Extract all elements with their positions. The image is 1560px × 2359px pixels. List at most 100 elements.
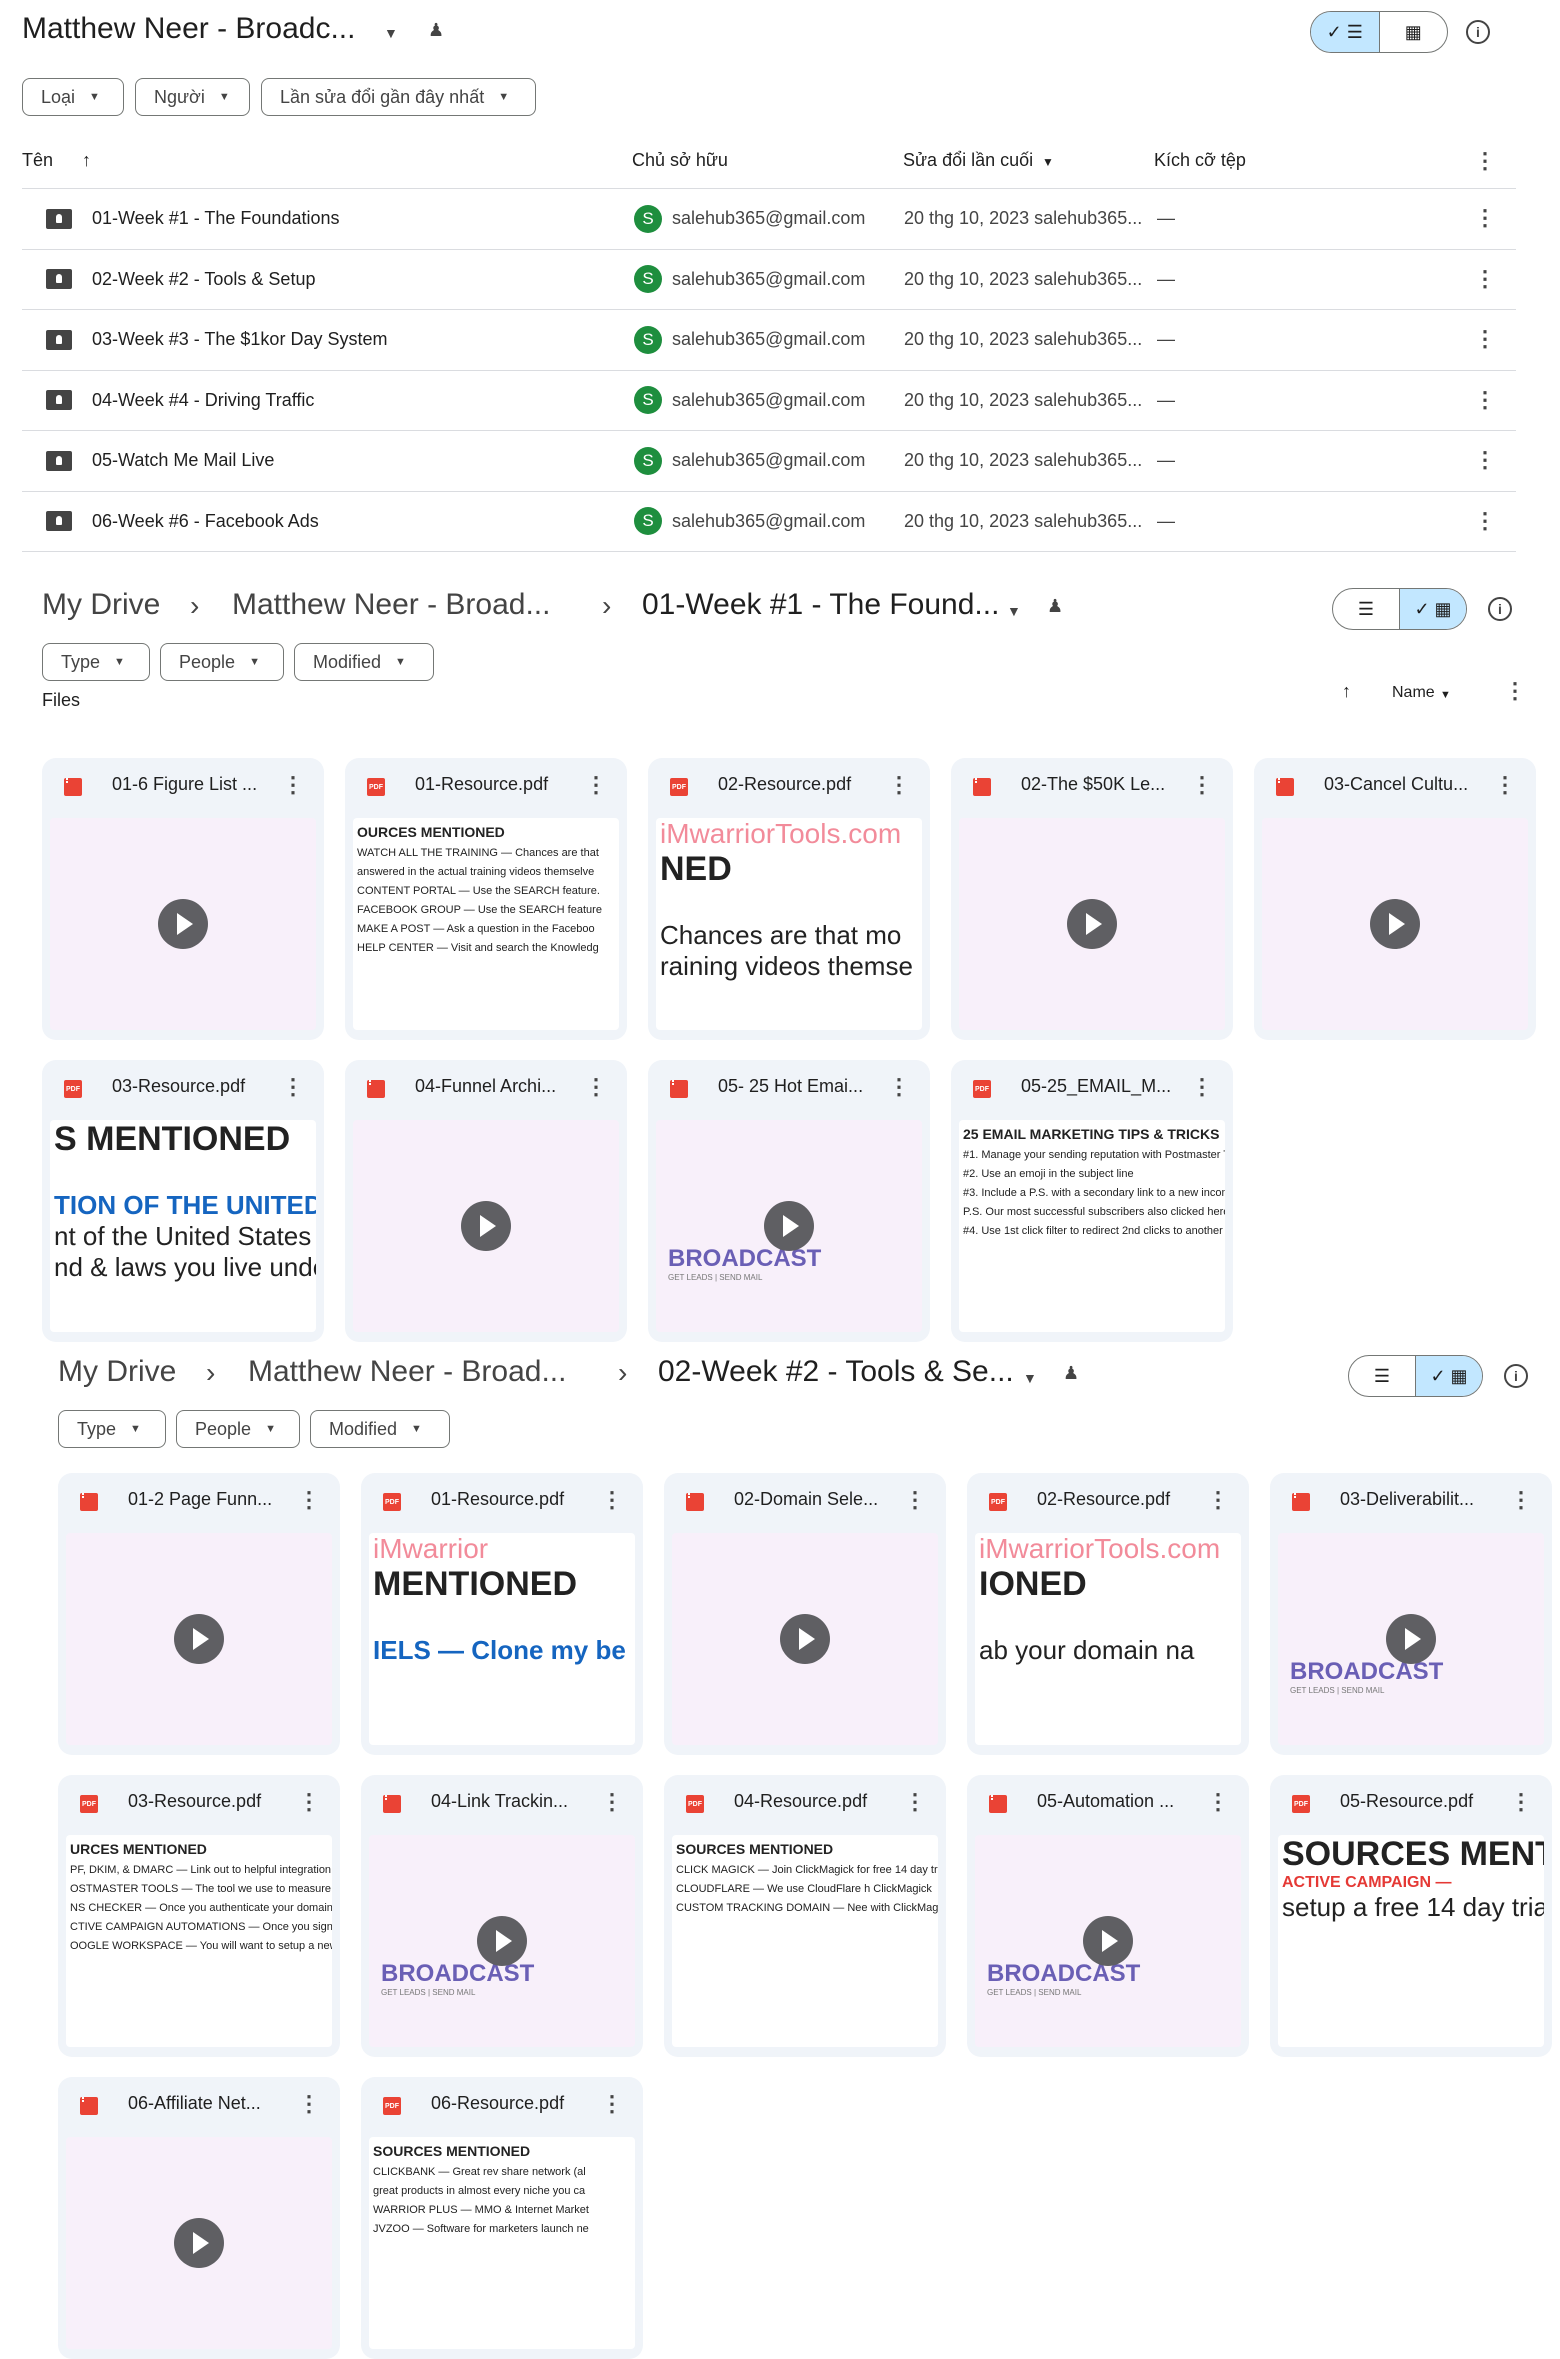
- file-preview[interactable]: OURCES MENTIONED WATCH ALL THE TRAINING —…: [353, 818, 619, 1030]
- file-preview[interactable]: SOURCES MENTI ACTIVE CAMPAIGN — setup a fr…: [1278, 1835, 1544, 2047]
- file-name[interactable]: 03-Resource.pdf: [112, 1076, 245, 1097]
- file-preview[interactable]: SOURCES MENTIONED CLICK MAGICK — Join Cli…: [672, 1835, 938, 2047]
- file-name[interactable]: 01-Week #1 - The Foundations: [92, 208, 339, 229]
- file-name[interactable]: 02-The $50K Le...: [1021, 774, 1165, 795]
- table-row[interactable]: 04-Week #4 - Driving Traffic Ssalehub365@…: [22, 369, 1516, 430]
- column-size[interactable]: Kích cỡ tệp: [1154, 150, 1246, 171]
- list-view-button[interactable]: ☰: [1333, 589, 1399, 629]
- file-preview[interactable]: [353, 1120, 619, 1332]
- more-options-icon[interactable]: ⋮: [1474, 207, 1496, 229]
- file-card[interactable]: 06-Affiliate Net... ⋮: [58, 2077, 340, 2359]
- file-name[interactable]: 04-Link Trackin...: [431, 1791, 568, 1812]
- sort-name-button[interactable]: Name: [1392, 684, 1435, 702]
- file-name[interactable]: 01-Resource.pdf: [415, 774, 548, 795]
- file-name[interactable]: 06-Affiliate Net...: [128, 2093, 261, 2114]
- file-preview[interactable]: [66, 1533, 332, 1745]
- file-preview[interactable]: SOURCES MENTIONED CLICKBANK — Great rev s…: [369, 2137, 635, 2349]
- more-options-icon[interactable]: ⋮: [1494, 772, 1516, 798]
- more-options-icon[interactable]: ⋮: [601, 2091, 623, 2117]
- file-preview[interactable]: iMwarrior MENTIONED IELS — Clone my be: [369, 1533, 635, 1745]
- file-card[interactable]: 03-Deliverabilit... ⋮ BROADCAST GET LEADS |…: [1270, 1473, 1552, 1755]
- column-name[interactable]: Tên: [22, 150, 53, 171]
- chevron-down-icon[interactable]: ▼: [1440, 689, 1451, 701]
- file-preview[interactable]: BROADCAST GET LEADS | SEND MAIL: [1278, 1533, 1544, 1745]
- file-preview[interactable]: iMwarriorTools.com IONED ab your domain n…: [975, 1533, 1241, 1745]
- file-name[interactable]: 05-Automation ...: [1037, 1791, 1174, 1812]
- filter-people[interactable]: People ▼: [176, 1410, 300, 1448]
- filter-modified[interactable]: Lần sửa đổi gần đây nhất ▼: [261, 78, 536, 116]
- more-options-icon[interactable]: ⋮: [1474, 150, 1496, 172]
- file-card[interactable]: 04-Funnel Archi... ⋮: [345, 1060, 627, 1342]
- play-icon[interactable]: [1067, 899, 1117, 949]
- file-name[interactable]: 04-Funnel Archi...: [415, 1076, 556, 1097]
- more-options-icon[interactable]: ⋮: [1510, 1789, 1532, 1815]
- grid-view-button[interactable]: ▦: [1378, 12, 1448, 52]
- file-card[interactable]: 02-The $50K Le... ⋮: [951, 758, 1233, 1040]
- filter-modified[interactable]: Modified ▼: [294, 643, 434, 681]
- more-options-icon[interactable]: ⋮: [282, 1074, 304, 1100]
- file-name[interactable]: 01-6 Figure List ...: [112, 774, 257, 795]
- file-name[interactable]: 04-Resource.pdf: [734, 1791, 867, 1812]
- more-options-icon[interactable]: ⋮: [1474, 267, 1496, 290]
- breadcrumb-item[interactable]: My Drive: [42, 588, 160, 622]
- filter-type[interactable]: Type ▼: [58, 1410, 166, 1448]
- current-folder[interactable]: 01-Week #1 - The Found...: [642, 588, 999, 622]
- more-options-icon[interactable]: ⋮: [585, 1074, 607, 1100]
- play-icon[interactable]: [1386, 1614, 1436, 1664]
- file-preview[interactable]: [50, 818, 316, 1030]
- more-options-icon[interactable]: ⋮: [298, 2091, 320, 2117]
- file-card[interactable]: PDF 01-Resource.pdf ⋮ iMwarrior MENTIONED IE…: [361, 1473, 643, 1755]
- file-preview[interactable]: BROADCAST GET LEADS | SEND MAIL: [975, 1835, 1241, 2047]
- file-card[interactable]: PDF 05-Resource.pdf ⋮ SOURCES MENTI ACTIVE C…: [1270, 1775, 1552, 2057]
- filter-type[interactable]: Type ▼: [42, 643, 150, 681]
- file-card[interactable]: 01-2 Page Funn... ⋮: [58, 1473, 340, 1755]
- more-options-icon[interactable]: ⋮: [601, 1789, 623, 1815]
- more-options-icon[interactable]: ⋮: [1474, 328, 1496, 350]
- breadcrumb-item[interactable]: Matthew Neer - Broad...: [232, 588, 550, 622]
- chevron-down-icon[interactable]: ▼: [1023, 1370, 1037, 1386]
- file-name[interactable]: 05-Watch Me Mail Live: [92, 450, 274, 471]
- grid-view-button[interactable]: ✓ ▦: [1399, 589, 1466, 629]
- file-name[interactable]: 01-Resource.pdf: [431, 1489, 564, 1510]
- play-icon[interactable]: [1083, 1916, 1133, 1966]
- sort-down-icon[interactable]: ▼: [1042, 155, 1054, 169]
- file-preview[interactable]: [672, 1533, 938, 1745]
- file-card[interactable]: 01-6 Figure List ... ⋮: [42, 758, 324, 1040]
- file-preview[interactable]: 25 EMAIL MARKETING TIPS & TRICKS #1. Mana…: [959, 1120, 1225, 1332]
- file-name[interactable]: 06-Resource.pdf: [431, 2093, 564, 2114]
- file-card[interactable]: PDF 03-Resource.pdf ⋮ URCES MENTIONED PF, DK…: [58, 1775, 340, 2057]
- file-preview[interactable]: URCES MENTIONED PF, DKIM, & DMARC — Link …: [66, 1835, 332, 2047]
- file-card[interactable]: 05-Automation ... ⋮ BROADCAST GET LEADS | S…: [967, 1775, 1249, 2057]
- file-card[interactable]: PDF 02-Resource.pdf ⋮ iMwarriorTools.com NED…: [648, 758, 930, 1040]
- file-name[interactable]: 02-Resource.pdf: [1037, 1489, 1170, 1510]
- more-options-icon[interactable]: ⋮: [601, 1487, 623, 1513]
- column-owner[interactable]: Chủ sở hữu: [632, 150, 728, 171]
- more-options-icon[interactable]: ⋮: [888, 772, 910, 798]
- breadcrumb-item[interactable]: Matthew Neer - Broad...: [248, 1355, 566, 1389]
- more-options-icon[interactable]: ⋮: [1504, 680, 1526, 702]
- more-options-icon[interactable]: ⋮: [585, 772, 607, 798]
- file-card[interactable]: PDF 01-Resource.pdf ⋮ OURCES MENTIONED WATCH…: [345, 758, 627, 1040]
- file-card[interactable]: PDF 03-Resource.pdf ⋮ S MENTIONED TION OF T…: [42, 1060, 324, 1342]
- table-row[interactable]: 02-Week #2 - Tools & Setup Ssalehub365@gm…: [22, 248, 1516, 309]
- file-preview[interactable]: BROADCAST GET LEADS | SEND MAIL: [369, 1835, 635, 2047]
- file-name[interactable]: 03-Resource.pdf: [128, 1791, 261, 1812]
- table-row[interactable]: 01-Week #1 - The Foundations Ssalehub365@…: [22, 188, 1516, 248]
- file-card[interactable]: PDF 05-25_EMAIL_M... ⋮ 25 EMAIL MARKETING T…: [951, 1060, 1233, 1342]
- file-preview[interactable]: [1262, 818, 1528, 1030]
- more-options-icon[interactable]: ⋮: [888, 1074, 910, 1100]
- file-card[interactable]: 04-Link Trackin... ⋮ BROADCAST GET LEADS | …: [361, 1775, 643, 2057]
- play-icon[interactable]: [477, 1916, 527, 1966]
- view-toggle[interactable]: ☰ ✓ ▦: [1332, 588, 1467, 630]
- file-name[interactable]: 03-Deliverabilit...: [1340, 1489, 1474, 1510]
- chevron-down-icon[interactable]: ▼: [1007, 603, 1021, 619]
- sort-up-icon[interactable]: ↑: [82, 150, 91, 171]
- view-toggle[interactable]: ✓ ☰ ▦: [1310, 11, 1448, 53]
- list-view-button[interactable]: ☰: [1349, 1356, 1415, 1396]
- file-name[interactable]: 02-Week #2 - Tools & Setup: [92, 269, 315, 290]
- file-name[interactable]: 01-2 Page Funn...: [128, 1489, 272, 1510]
- file-preview[interactable]: BROADCAST GET LEADS | SEND MAIL: [656, 1120, 922, 1332]
- current-folder[interactable]: 02-Week #2 - Tools & Se...: [658, 1355, 1014, 1389]
- filter-type[interactable]: Loại ▼: [22, 78, 124, 116]
- play-icon[interactable]: [174, 2218, 224, 2268]
